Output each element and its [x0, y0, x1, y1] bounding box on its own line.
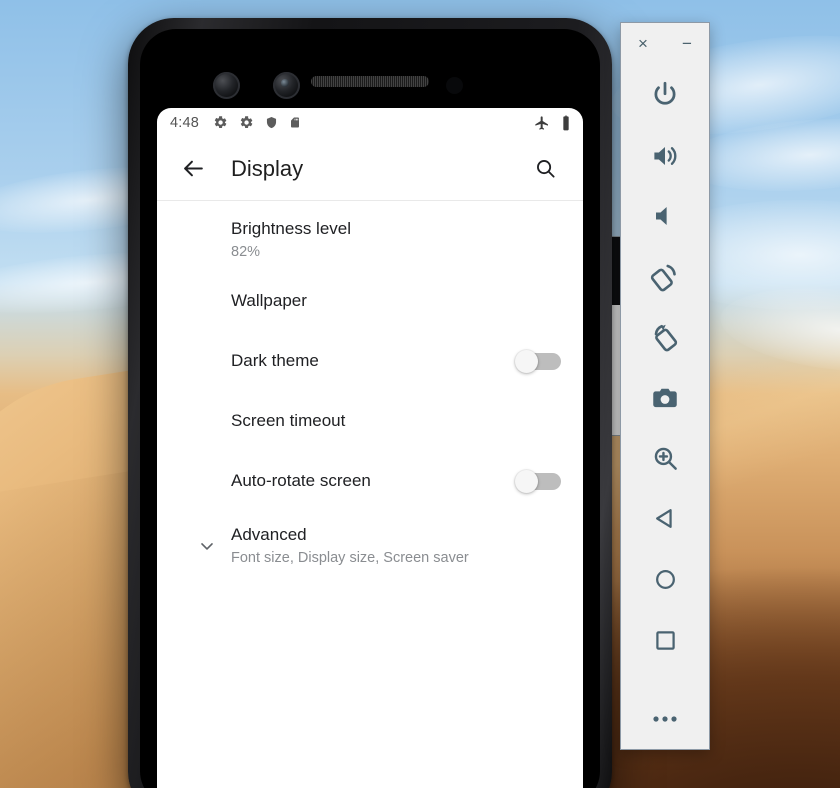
setting-text-group: Auto-rotate screen	[231, 470, 515, 492]
setting-title: Dark theme	[231, 350, 319, 370]
phone-bezel-inner: 4:48 Display Brightness level 82% Wallpa…	[140, 29, 600, 788]
setting-row-dark-theme[interactable]: Dark theme	[157, 331, 583, 391]
power-button[interactable]	[633, 65, 697, 126]
setting-title: Advanced	[231, 524, 307, 544]
triangle-back-icon	[655, 509, 672, 529]
more-button[interactable]	[633, 688, 697, 749]
back-button[interactable]	[171, 147, 215, 191]
android-phone-emulator: 4:48 Display Brightness level 82% Wallpa…	[128, 18, 612, 788]
overview-nav-button[interactable]	[633, 610, 697, 671]
battery-icon	[563, 115, 569, 130]
setting-row-screen-timeout[interactable]: Screen timeout	[157, 391, 583, 451]
search-icon	[536, 160, 555, 178]
setting-text-group: Screen timeout	[231, 410, 561, 432]
back-nav-button[interactable]	[633, 489, 697, 550]
ellipsis-icon	[653, 716, 677, 722]
search-button[interactable]	[523, 147, 567, 191]
volume-up-icon	[654, 146, 677, 165]
toggle-knob	[515, 469, 538, 493]
shield-icon	[266, 116, 277, 129]
setting-row-auto-rotate-screen[interactable]: Auto-rotate screen	[157, 451, 583, 511]
toggle-knob	[515, 349, 538, 373]
emulator-extended-controls-toolbar: × −	[620, 22, 710, 750]
setting-text-group: Dark theme	[231, 350, 515, 372]
setting-subtitle: 82%	[231, 244, 261, 261]
page-title: Display	[231, 155, 304, 181]
power-icon	[654, 81, 676, 105]
volume-down-icon	[656, 207, 667, 226]
sd-card-icon	[291, 117, 300, 128]
chevron-down-icon	[201, 542, 213, 550]
status-bar-left-icons	[213, 115, 301, 130]
cloud-decoration	[716, 277, 840, 383]
screenshot-button[interactable]	[633, 368, 697, 429]
volume-up-button[interactable]	[633, 125, 697, 186]
setting-text-group: Brightness level 82%	[231, 218, 561, 262]
status-bar-right-icons	[534, 115, 571, 131]
proximity-sensor	[446, 77, 463, 94]
setting-title: Brightness level	[231, 219, 352, 238]
camera-icon	[653, 388, 677, 407]
setting-row-wallpaper[interactable]: Wallpaper	[157, 271, 583, 331]
setting-row-advanced[interactable]: Advanced Font size, Display size, Screen…	[157, 511, 583, 581]
status-bar: 4:48	[157, 108, 583, 137]
minimize-button[interactable]: −	[676, 33, 698, 55]
circle-home-icon	[655, 570, 675, 589]
settings-list: Brightness level 82% Wallpaper Dark them…	[157, 201, 583, 581]
gear-icon	[240, 116, 253, 129]
setting-title: Auto-rotate screen	[231, 470, 371, 490]
app-bar: Display	[157, 137, 583, 201]
square-overview-icon	[655, 630, 675, 650]
toolbar-titlebar: × −	[621, 23, 709, 65]
phone-screen: 4:48 Display Brightness level 82% Wallpa…	[157, 108, 583, 788]
setting-row-brightness-level[interactable]: Brightness level 82%	[157, 209, 583, 271]
rotate-left-icon	[650, 264, 676, 292]
airplane-mode-icon	[535, 115, 548, 130]
setting-title: Screen timeout	[231, 410, 346, 430]
desktop-wallpaper: 4:48 Display Brightness level 82% Wallpa…	[0, 0, 840, 788]
setting-subtitle: Font size, Display size, Screen saver	[231, 550, 469, 567]
home-nav-button[interactable]	[633, 549, 697, 610]
setting-text-group: Advanced Font size, Display size, Screen…	[231, 524, 561, 568]
gear-icon	[214, 116, 227, 129]
earpiece-speaker	[311, 76, 429, 87]
zoom-button[interactable]	[633, 428, 697, 489]
status-bar-clock: 4:48	[170, 114, 200, 131]
rotate-right-button[interactable]	[633, 307, 697, 368]
expand-advanced-button[interactable]	[195, 534, 219, 558]
front-camera-lens	[213, 72, 240, 99]
front-camera-lens-secondary	[273, 72, 300, 99]
volume-down-button[interactable]	[633, 186, 697, 247]
auto-rotate-toggle[interactable]	[515, 469, 561, 493]
setting-title: Wallpaper	[231, 290, 307, 310]
zoom-in-icon	[654, 447, 677, 470]
rotate-left-button[interactable]	[633, 246, 697, 307]
close-button[interactable]: ×	[632, 33, 654, 55]
arrow-back-icon	[183, 160, 203, 177]
rotate-right-icon	[654, 324, 678, 352]
dark-theme-toggle[interactable]	[515, 349, 561, 373]
setting-text-group: Wallpaper	[231, 290, 561, 312]
